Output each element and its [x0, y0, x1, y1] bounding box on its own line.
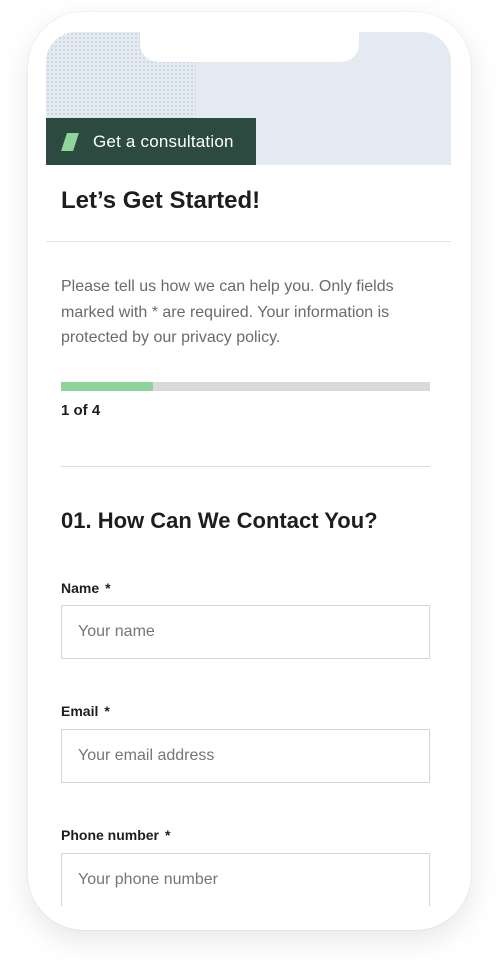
- required-marker: *: [165, 827, 171, 843]
- email-label-text: Email: [61, 703, 99, 719]
- page-title: Let’s Get Started!: [61, 187, 261, 214]
- consultation-tab-label: Get a consultation: [93, 131, 234, 151]
- name-label-text: Name: [61, 580, 100, 596]
- required-marker: *: [104, 703, 110, 719]
- step-indicator: 1 of 4: [61, 402, 101, 419]
- hero-banner: Get a consultation: [46, 32, 451, 165]
- title-divider: [46, 241, 451, 242]
- section-divider: [61, 466, 430, 467]
- phone-label-text: Phone number: [61, 827, 160, 843]
- consultation-tab: Get a consultation: [46, 118, 256, 165]
- name-label: Name *: [61, 580, 111, 596]
- phone-screen: Get a consultation Let’s Get Started! Pl…: [46, 32, 451, 906]
- intro-text: Please tell us how we can help you. Only…: [61, 278, 394, 346]
- email-field[interactable]: [61, 729, 430, 783]
- email-label: Email *: [61, 703, 110, 719]
- phone-label: Phone number *: [61, 827, 170, 843]
- progress-fill: [61, 382, 154, 391]
- required-marker: *: [105, 580, 111, 596]
- phone-notch: [140, 32, 359, 62]
- name-field[interactable]: [61, 605, 430, 659]
- phone-field[interactable]: [61, 853, 430, 906]
- progress-bar: [61, 382, 430, 391]
- section-title: 01. How Can We Contact You?: [61, 508, 378, 533]
- brand-slash-icon: [61, 132, 79, 151]
